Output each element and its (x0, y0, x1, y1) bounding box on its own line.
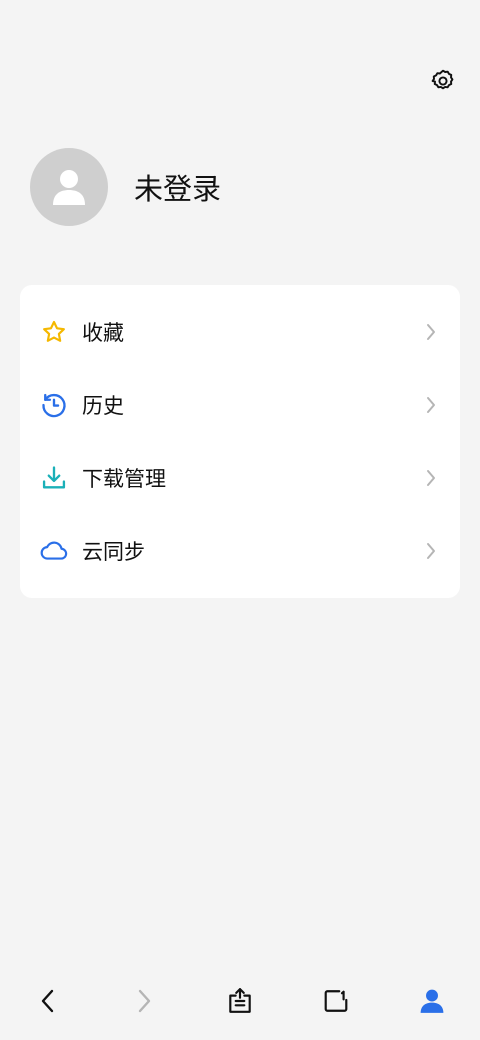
menu-item-history[interactable]: 历史 (20, 368, 460, 441)
menu-item-label: 收藏 (82, 320, 124, 345)
chevron-right-icon (422, 542, 440, 560)
menu-item-label: 云同步 (82, 539, 145, 564)
back-arrow-icon (41, 989, 54, 1013)
profile-icon (420, 989, 444, 1013)
forward-button[interactable] (118, 975, 170, 1027)
menu-item-label: 历史 (82, 393, 124, 418)
settings-button[interactable] (426, 64, 460, 98)
history-clock-icon (40, 391, 68, 419)
back-button[interactable] (22, 975, 74, 1027)
menu-item-label: 下载管理 (82, 466, 166, 491)
star-icon (40, 318, 68, 346)
page: 未登录 收藏 历史 下载管理 云同步 (0, 0, 480, 1040)
menu-card: 收藏 历史 下载管理 云同步 (20, 285, 460, 598)
user-silhouette-icon (53, 170, 85, 205)
menu-item-favorites[interactable]: 收藏 (20, 295, 460, 368)
tabs-icon (324, 990, 348, 1012)
login-status-label[interactable]: 未登录 (134, 166, 221, 208)
cloud-icon (40, 537, 68, 565)
gear-icon (431, 69, 454, 90)
menu-item-cloud-sync[interactable]: 云同步 (20, 514, 460, 587)
profile-section[interactable]: 未登录 (30, 148, 221, 226)
forward-arrow-icon (138, 989, 151, 1013)
profile-nav-button[interactable] (406, 975, 458, 1027)
download-icon (40, 464, 68, 492)
share-icon (229, 988, 251, 1013)
avatar[interactable] (30, 148, 108, 226)
bottom-navigation-bar (0, 975, 480, 1027)
chevron-right-icon (422, 396, 440, 414)
menu-item-downloads[interactable]: 下载管理 (20, 441, 460, 514)
chevron-right-icon (422, 469, 440, 487)
share-button[interactable] (214, 975, 266, 1027)
tabs-button[interactable] (310, 975, 362, 1027)
chevron-right-icon (422, 323, 440, 341)
